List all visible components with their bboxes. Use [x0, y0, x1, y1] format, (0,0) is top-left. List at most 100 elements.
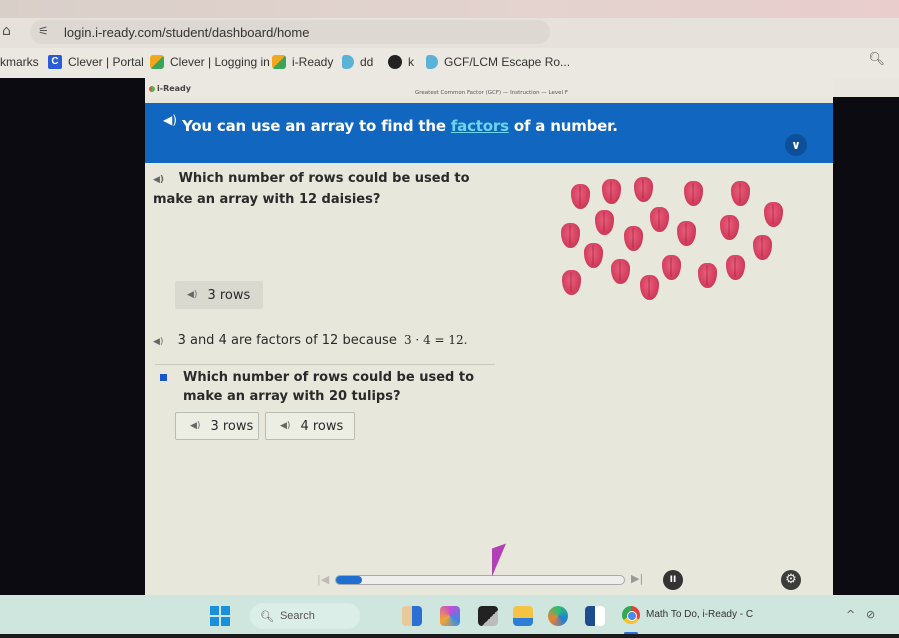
previous-button[interactable]: |◀	[317, 573, 329, 586]
speaker-icon[interactable]: ◀)	[187, 290, 197, 300]
p-icon	[342, 55, 354, 69]
home-icon[interactable]: ⌂	[2, 23, 11, 39]
choice-3-rows-button[interactable]: ◀) 3 rows	[175, 412, 259, 440]
windows-start-icon[interactable]	[210, 606, 230, 626]
tulip	[677, 221, 696, 246]
cube-icon	[272, 55, 286, 69]
tulip	[602, 179, 621, 204]
screen-bezel	[0, 634, 899, 638]
solitaire-icon[interactable]	[585, 606, 605, 626]
clever-icon: C	[48, 55, 62, 69]
bookmark-clever-portal[interactable]: C Clever | Portal	[48, 55, 144, 69]
speaker-icon[interactable]: ◀)	[153, 175, 164, 185]
terminal-app-icon[interactable]	[478, 606, 498, 626]
divider	[155, 364, 495, 365]
lesson-header: i-Ready Greatest Common Factor (GCF) — I…	[145, 78, 833, 98]
logo-text: i-Ready	[157, 84, 191, 93]
tulip	[584, 243, 603, 268]
cube-icon	[150, 55, 164, 69]
tulip	[720, 215, 739, 240]
lesson-title: Greatest Common Factor (GCF) — Instructi…	[415, 90, 568, 96]
explanation-math: 3 · 4 = 12.	[403, 333, 468, 347]
tulip	[624, 226, 643, 251]
iready-logo: i-Ready	[149, 84, 191, 93]
logo-icon	[149, 85, 155, 92]
tulip	[650, 207, 669, 232]
bookmark-label: GCF/LCM Escape Ro...	[444, 55, 571, 69]
address-bar: ⌂ ⚟ login.i-ready.com/student/dashboard/…	[0, 18, 899, 48]
explanation-text: 3 and 4 are factors of 12 because	[177, 333, 397, 348]
explanation: ◀) 3 and 4 are factors of 12 because 3 ·…	[153, 333, 467, 348]
question-bullet-icon	[160, 374, 167, 381]
choice-label: 4 rows	[300, 418, 344, 434]
tulip	[634, 177, 653, 202]
dark-margin-left	[0, 78, 145, 595]
tulip	[595, 210, 614, 235]
bookmark-clever-logging-in[interactable]: Clever | Logging in	[150, 55, 270, 69]
bookmark-k[interactable]: k	[388, 55, 414, 69]
progress-fill	[336, 576, 362, 584]
answer-1-selected: ◀) 3 rows	[175, 281, 263, 309]
url-text[interactable]: login.i-ready.com/student/dashboard/home	[64, 25, 309, 40]
tulip	[662, 255, 681, 280]
tulip	[684, 181, 703, 206]
choice-label: 3 rows	[210, 418, 254, 434]
speaker-icon[interactable]: ◀)	[190, 421, 200, 431]
gear-icon[interactable]: ⚙	[781, 570, 801, 590]
bookmark-label: k	[408, 55, 414, 69]
question-2: Which number of rows could be used to ma…	[183, 370, 474, 404]
tulip	[562, 270, 581, 295]
media-player-bar: |◀ ▶| II ⚙	[145, 566, 833, 595]
speaker-icon[interactable]: ◀)	[163, 113, 177, 127]
active-window-label[interactable]: Math To Do, i-Ready - C	[646, 609, 753, 620]
answer-1-label: 3 rows	[207, 287, 251, 303]
bookmark-label: Clever | Portal	[68, 55, 144, 69]
tulip	[561, 223, 580, 248]
speaker-icon[interactable]: ◀)	[153, 337, 163, 347]
instruction-banner: ◀) You can use an array to find the fact…	[145, 103, 833, 163]
banner-text-before: You can use an array to find the	[182, 117, 451, 135]
tulip	[726, 255, 745, 280]
tulip	[753, 235, 772, 260]
tray-status-icon[interactable]: ⊘	[866, 608, 875, 621]
factors-glossary-link[interactable]: factors	[451, 117, 509, 135]
chevron-down-icon[interactable]: ∨	[785, 134, 807, 156]
tulip	[731, 181, 750, 206]
search-icon: 🔍︎	[260, 610, 274, 623]
bookmark-all-bookmarks[interactable]: kmarks	[0, 55, 39, 69]
question-1: ◀) Which number of rows could be used to…	[153, 169, 483, 209]
tulip	[571, 184, 590, 209]
zoom-magnifier-icon[interactable]: 🔍︎	[868, 52, 885, 67]
taskbar-search[interactable]: 🔍︎ Search	[250, 603, 360, 629]
bookmark-label: Clever | Logging in	[170, 55, 270, 69]
site-settings-icon[interactable]: ⚟	[38, 24, 49, 38]
bookmark-iready[interactable]: i-Ready	[272, 55, 333, 69]
progress-slider[interactable]	[335, 575, 625, 585]
globe-icon	[388, 55, 402, 69]
next-button[interactable]: ▶|	[631, 572, 643, 585]
bookmark-label: i-Ready	[292, 55, 334, 69]
lesson-frame: i-Ready Greatest Common Factor (GCF) — I…	[145, 78, 833, 595]
taskbar: 🔍︎ Search Math To Do, i-Ready - C ^ ⊘	[0, 595, 899, 638]
banner-text-after: of a number.	[508, 117, 618, 135]
tray-expand-icon[interactable]: ^	[846, 608, 855, 621]
bookmark-label: kmarks	[0, 55, 39, 69]
search-placeholder: Search	[279, 610, 315, 622]
tulip	[764, 202, 783, 227]
chrome-icon[interactable]	[622, 606, 640, 624]
tulip	[640, 275, 659, 300]
file-explorer-icon[interactable]	[513, 606, 533, 626]
widgets-app-icon[interactable]	[402, 606, 422, 626]
mouse-cursor	[492, 543, 506, 577]
edge-icon[interactable]	[548, 606, 568, 626]
bookmark-gcf-lcm[interactable]: GCF/LCM Escape Ro...	[426, 55, 570, 69]
dark-margin-right	[833, 97, 899, 595]
tulip	[698, 263, 717, 288]
copilot-icon[interactable]	[440, 606, 460, 626]
choice-4-rows-button[interactable]: ◀) 4 rows	[265, 412, 355, 440]
bookmark-dd[interactable]: dd	[342, 55, 373, 69]
speaker-icon[interactable]: ◀)	[280, 421, 290, 431]
pause-button[interactable]: II	[663, 570, 683, 590]
question-1-text: Which number of rows could be used to ma…	[153, 171, 470, 207]
bookmark-label: dd	[360, 55, 374, 69]
